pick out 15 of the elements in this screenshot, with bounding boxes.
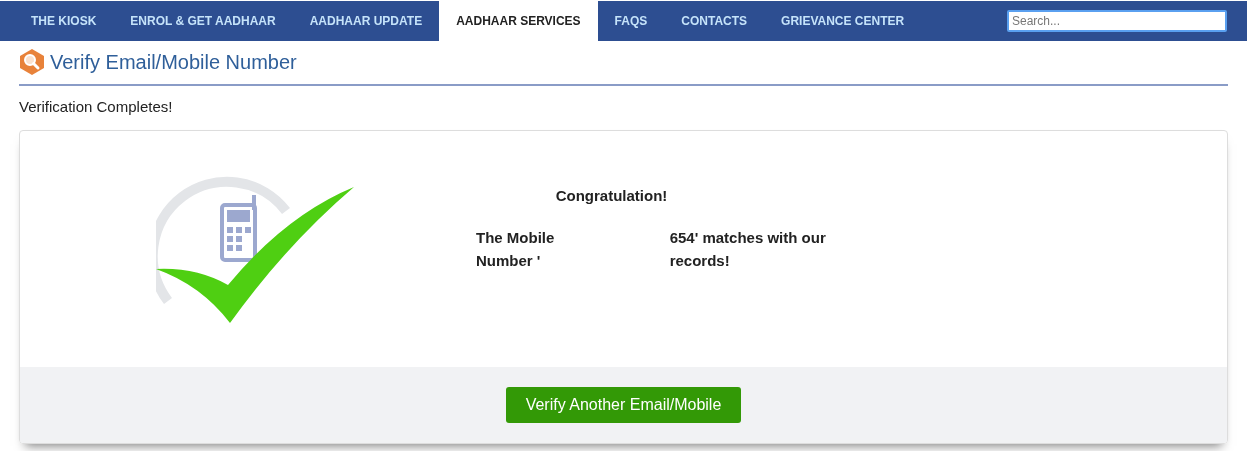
nav-tab[interactable]: FAQS <box>597 1 665 41</box>
nav-tab[interactable]: THE KIOSK <box>14 1 114 41</box>
congratulation-heading: Congratulation! <box>555 185 668 206</box>
message-text: The Mobile Number ' <box>476 228 556 271</box>
search-field[interactable]: Search... <box>1007 10 1227 32</box>
nav-tab[interactable]: CONTACTS <box>664 1 765 41</box>
verify-another-button[interactable]: Verify Another Email/Mobile <box>505 386 742 423</box>
message-text: 654' matches with our records! <box>669 228 827 271</box>
search-icon <box>19 48 45 76</box>
nav-tab[interactable]: AADHAAR UPDATE <box>292 1 440 41</box>
nav-tab[interactable]: ENROL & GET AADHAAR <box>113 1 293 41</box>
nav-tab[interactable]: AADHAAR SERVICES <box>439 1 598 41</box>
page-title: Verify Email/Mobile Number <box>50 50 297 75</box>
status-text: Verification Completes! <box>19 97 174 117</box>
nav-tab[interactable]: GRIEVANCE CENTER <box>764 1 922 41</box>
